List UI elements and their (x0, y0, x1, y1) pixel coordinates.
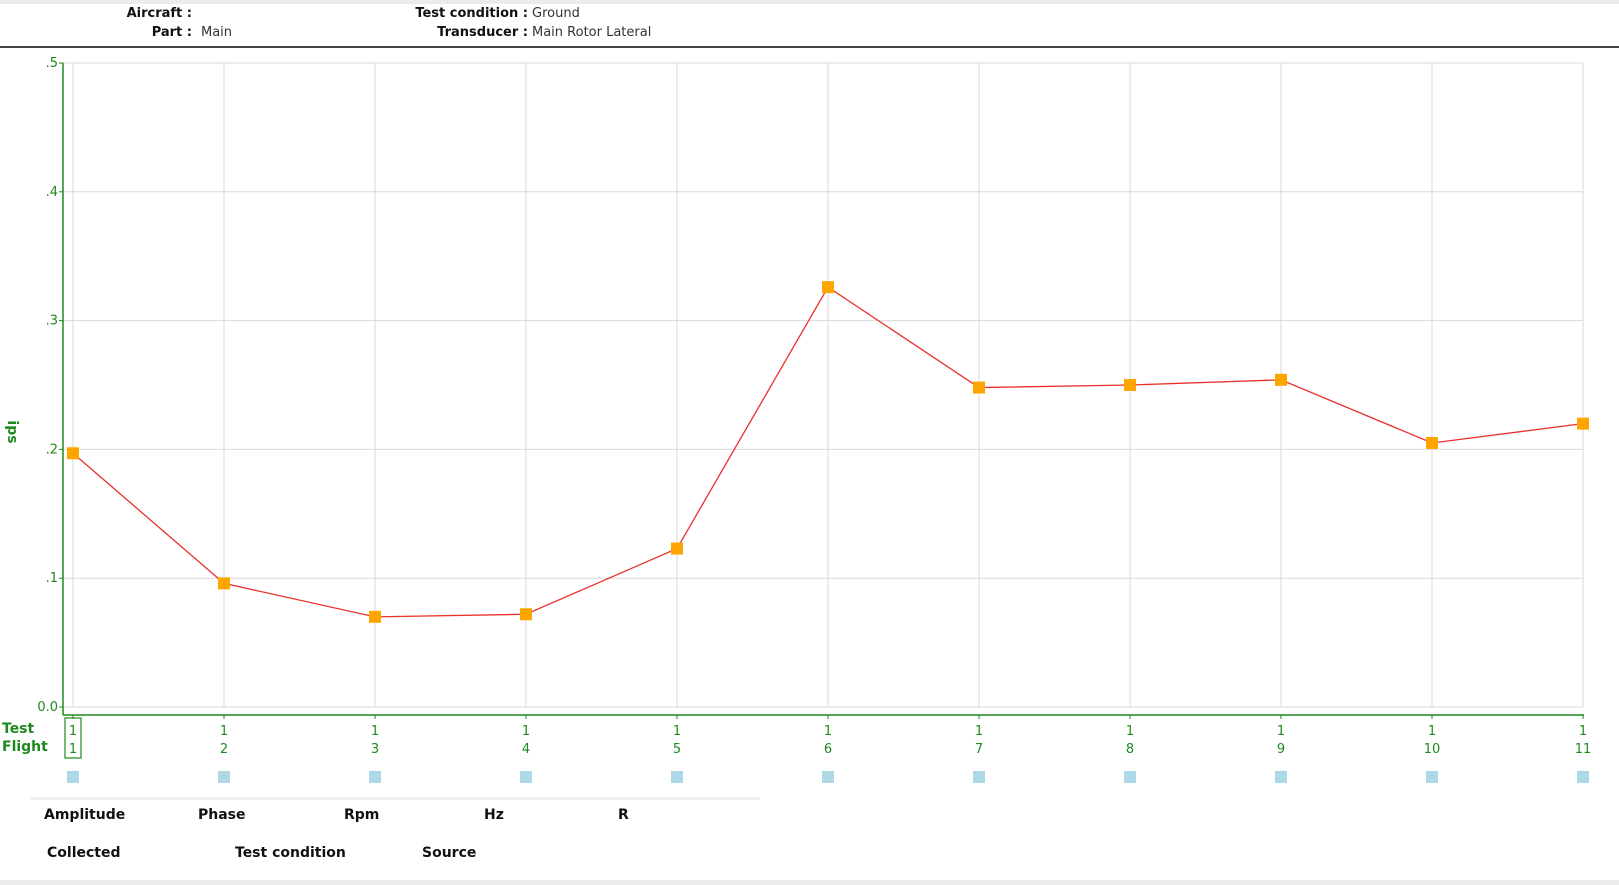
x-tick-label-flight: 2 (220, 742, 228, 757)
point-indicator (1124, 771, 1136, 783)
x-tick-label-test: 1 (1126, 724, 1134, 739)
source-label: Source (422, 845, 477, 861)
header-divider (0, 46, 1619, 48)
transducer-label: Transducer : (437, 25, 528, 40)
y-tick-label: .1 (46, 571, 58, 586)
point-indicator (1275, 771, 1287, 783)
point-indicator (218, 771, 230, 783)
x-ticks: 111213141516171819110111 (64, 717, 1592, 759)
x-tick-label-test: 1 (69, 724, 77, 739)
x-tick-label-flight: 3 (371, 742, 379, 757)
data-point-marker (1275, 373, 1287, 386)
hz-label: Hz (484, 807, 504, 823)
data-point-marker (1577, 417, 1589, 430)
data-point-marker (67, 447, 79, 460)
point-indicator (520, 771, 532, 783)
y-tick-label: 0.0 (37, 700, 58, 715)
x-tick-label-test: 1 (522, 724, 530, 739)
point-indicator (67, 771, 79, 783)
x-tick-label-flight: 10 (1424, 742, 1441, 757)
test-condition-label: Test condition : (415, 6, 528, 21)
y-tick-label: .3 (46, 314, 58, 329)
phase-label: Phase (198, 807, 246, 823)
x-tick-label-flight: 11 (1575, 742, 1592, 757)
test-condition-value: Ground (532, 6, 580, 21)
data-point-marker (822, 281, 834, 294)
axes (59, 62, 1584, 719)
data-point-marker (973, 381, 985, 394)
data-point-marker (218, 577, 230, 590)
r-label: R (618, 807, 629, 823)
x-tick-label-flight: 1 (69, 742, 77, 757)
y-axis-label: ips (4, 420, 20, 443)
grid (63, 62, 1584, 708)
row-label-test: Test (2, 721, 35, 737)
point-indicator (369, 771, 381, 783)
y-tick-label: .5 (46, 56, 58, 71)
point-indicator (822, 771, 834, 783)
amplitude-label: Amplitude (44, 807, 126, 823)
x-tick-label-flight: 5 (673, 742, 681, 757)
data-point-marker (1426, 436, 1438, 449)
x-tick-label-test: 1 (824, 724, 832, 739)
point-indicator (973, 771, 985, 783)
x-tick-label-test: 1 (975, 724, 983, 739)
point-indicator (1426, 771, 1438, 783)
row-label-flight: Flight (2, 739, 48, 755)
x-tick-label-flight: 8 (1126, 742, 1134, 757)
data-point-marker (671, 542, 683, 555)
point-indicators (67, 771, 1589, 783)
x-tick-label-test: 1 (673, 724, 681, 739)
x-tick-label-test: 1 (220, 724, 228, 739)
transducer-value: Main Rotor Lateral (532, 25, 652, 40)
x-tick-label-test: 1 (1277, 724, 1285, 739)
point-indicator (671, 771, 683, 783)
y-tick-label: .4 (46, 185, 58, 200)
y-tick-label: .2 (46, 442, 58, 457)
x-tick-label-test: 1 (1579, 724, 1587, 739)
data-point-marker (520, 608, 532, 621)
aircraft-label: Aircraft : (126, 6, 192, 21)
part-value: Main (201, 25, 233, 40)
y-ticks: .5 .4 .3 .2 .1 0.0 (37, 56, 58, 715)
bottom-strip (0, 880, 1619, 885)
part-label: Part : (151, 25, 192, 40)
x-tick-label-flight: 7 (975, 742, 983, 757)
data-point-marker (1124, 379, 1136, 391)
test-condition-footer-label: Test condition (235, 845, 346, 861)
x-tick-label-flight: 9 (1277, 742, 1285, 757)
x-tick-label-flight: 6 (824, 742, 832, 757)
data-point-marker (369, 610, 381, 623)
x-tick-label-test: 1 (1428, 724, 1436, 739)
x-tick-label-test: 1 (371, 724, 379, 739)
trend-chart: .5.4.3.2.10.0 ips 1112131415161718191101… (2, 56, 1592, 783)
bottom-separator (30, 797, 760, 800)
collected-label: Collected (47, 845, 121, 861)
x-tick-label-flight: 4 (522, 742, 530, 757)
point-indicator (1577, 771, 1589, 783)
header-panel: Aircraft : Part : Main Test condition : … (0, 4, 1619, 46)
rpm-label: Rpm (344, 807, 380, 823)
